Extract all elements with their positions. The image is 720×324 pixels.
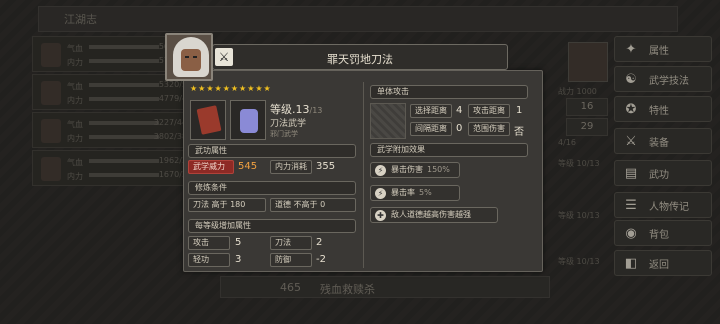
per-level-value: 3 [235, 254, 242, 265]
cost-label: 内力消耗 [270, 160, 312, 174]
per-level-label: 攻击 [188, 236, 230, 250]
demon-icon [230, 100, 266, 140]
requirement-item: 刀法 高于 180 [188, 198, 266, 212]
bonus-effect-text: 暴击率 [391, 188, 415, 197]
aoe-label: 范围伤害 [468, 122, 510, 136]
cost-value: 355 [316, 161, 336, 172]
gap-range-value: 0 [456, 123, 463, 134]
attack-range-label: 攻击距离 [468, 104, 510, 118]
bonus-effect-extra: 150% [427, 165, 450, 174]
per-level-value: 5 [235, 237, 242, 248]
select-range-value: 4 [456, 105, 463, 116]
bonus-effect-text: 暴击伤害 [391, 165, 423, 174]
per-level-label: 防御 [270, 253, 312, 267]
sword-icon: ⚔ [215, 48, 233, 66]
skill-name: 罪天罚地刀法 [327, 53, 393, 66]
skill-book-icon [190, 100, 226, 140]
level-max: /13 [309, 106, 323, 115]
character-portrait [165, 33, 213, 81]
might-label: 武学威力 [188, 160, 234, 174]
bonus-header: 武学附加效果 [370, 143, 528, 157]
level-value: .13 [292, 103, 310, 116]
level-label: 等级 [270, 103, 292, 116]
gap-range-label: 间隔距离 [410, 122, 452, 136]
per-level-value: 2 [316, 237, 323, 248]
plus-icon: ✚ [375, 210, 386, 221]
per-level-value: -2 [316, 254, 326, 265]
bonus-effect-text: 敌人道德越高伤害越强 [391, 210, 471, 219]
skill-stars: ★★★★★★★★★★ [190, 84, 272, 93]
attack-range-pattern [370, 103, 406, 139]
aoe-value: 否 [514, 127, 524, 138]
skill-type: 刀法武学 [270, 119, 307, 129]
per-level-label: 轻功 [188, 253, 230, 267]
column-divider [363, 82, 364, 268]
skill-title-bar: 罪天罚地刀法 [212, 44, 508, 70]
attack-range-value: 1 [516, 105, 523, 116]
attributes-header: 武功属性 [188, 144, 356, 158]
requirements-header: 修炼条件 [188, 181, 356, 195]
lightning-icon: ⚡ [375, 188, 386, 199]
bonus-effect: ✚ 敌人道德越高伤害越强 [370, 207, 498, 223]
bonus-effect: ⚡ 暴击率 5% [370, 185, 460, 201]
bonus-effect-extra: 5% [419, 188, 432, 197]
bonus-effect: ⚡ 暴击伤害 150% [370, 162, 460, 178]
skill-sect: 邪门武学 [270, 130, 298, 138]
might-value: 545 [238, 161, 258, 172]
select-range-label: 选择距离 [410, 104, 452, 118]
skill-level: 等级.13/13 [270, 101, 322, 117]
lightning-icon: ⚡ [375, 165, 386, 176]
per-level-header: 每等级增加属性 [188, 219, 356, 233]
requirement-item: 道德 不高于 0 [270, 198, 356, 212]
per-level-label: 刀法 [270, 236, 312, 250]
attack-header: 单体攻击 [370, 85, 528, 99]
